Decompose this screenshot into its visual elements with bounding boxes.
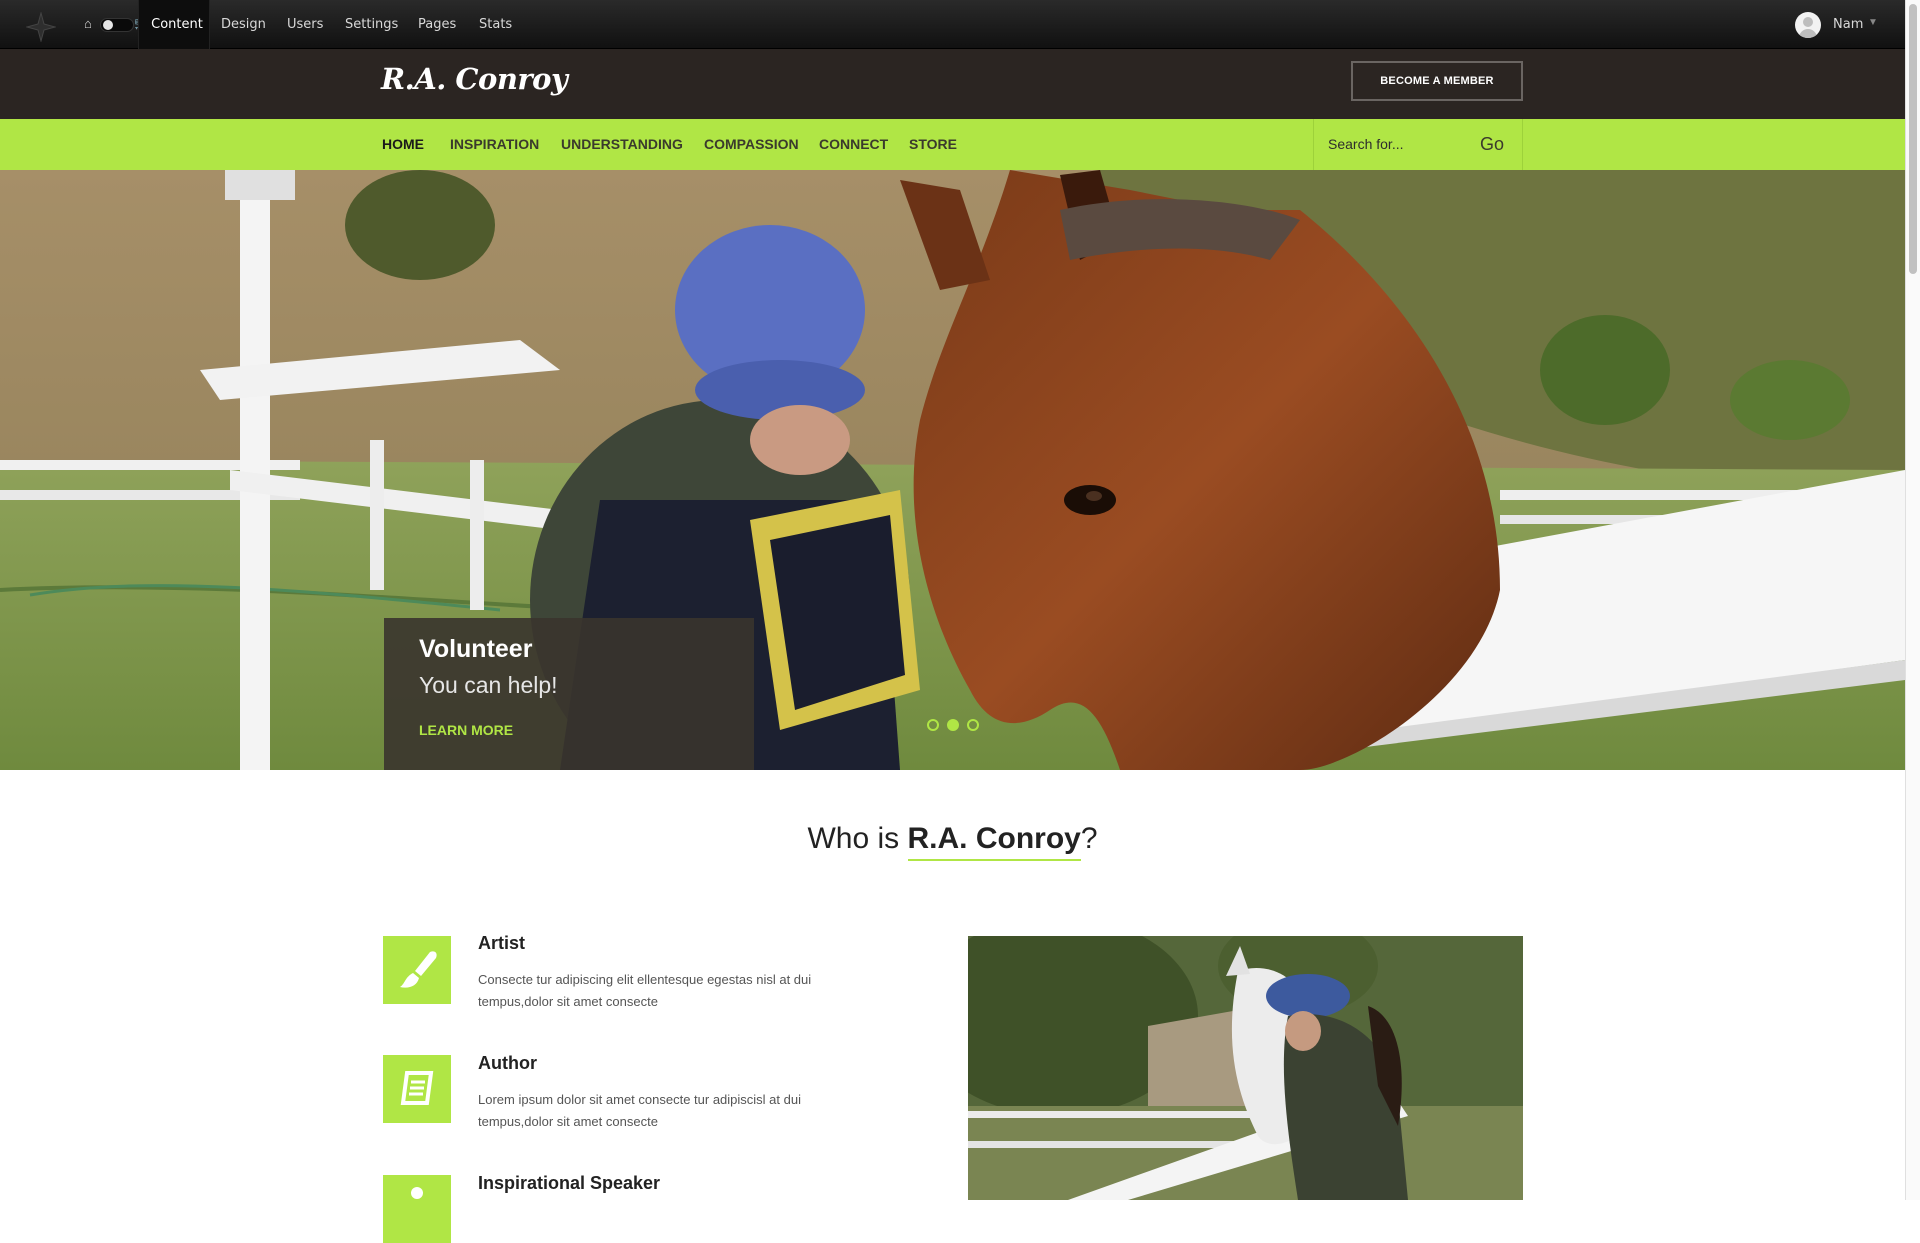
nav-item-connect[interactable]: CONNECT xyxy=(819,119,888,170)
site-title[interactable]: R.A. Conroy xyxy=(381,62,568,96)
chevron-down-icon[interactable]: ▼ xyxy=(1868,17,1878,28)
cms-menu-users[interactable]: Users xyxy=(287,0,323,49)
cms-menu-settings[interactable]: Settings xyxy=(345,0,398,49)
feature-title-artist: Artist xyxy=(478,933,526,953)
cms-menu-content[interactable]: Content xyxy=(138,0,210,49)
speaker-icon xyxy=(383,1175,451,1243)
user-name[interactable]: Nam xyxy=(1833,17,1863,32)
slider-dot-2[interactable] xyxy=(947,719,959,731)
nav-item-inspiration[interactable]: INSPIRATION xyxy=(450,119,539,170)
cms-toolbar: ⌂ 🛒 Content Design Users Settings Pages … xyxy=(0,0,1905,49)
become-member-button[interactable]: BECOME A MEMBER xyxy=(1351,61,1523,101)
cms-menu-stats[interactable]: Stats xyxy=(479,0,512,49)
about-photo-image xyxy=(968,936,1523,1200)
avatar-body-shape xyxy=(1799,29,1817,38)
hero-photo xyxy=(0,170,1905,770)
cms-menu-design[interactable]: Design xyxy=(221,0,266,49)
feature-text-author: Lorem ipsum dolor sit amet consecte tur … xyxy=(478,1092,801,1129)
edit-mode-toggle[interactable] xyxy=(100,18,134,32)
book-icon xyxy=(383,1055,451,1123)
about-heading: Who is R.A. Conroy? xyxy=(0,822,1905,861)
nav-item-compassion[interactable]: COMPASSION xyxy=(704,119,799,170)
slide-title: Volunteer xyxy=(419,635,533,663)
nav-item-understanding[interactable]: UNDERSTANDING xyxy=(561,119,683,170)
hero-slider: Volunteer You can help! LEARN MORE xyxy=(0,170,1905,770)
about-heading-suffix: ? xyxy=(1080,822,1098,855)
learn-more-link[interactable]: LEARN MORE xyxy=(419,722,513,738)
nav-item-home[interactable]: HOME xyxy=(382,119,424,170)
search-input[interactable] xyxy=(1328,133,1468,155)
search-go-button[interactable]: Go xyxy=(1480,119,1504,170)
slider-dot-3[interactable] xyxy=(967,719,979,731)
slide-subtitle: You can help! xyxy=(419,672,558,698)
cms-logo-icon[interactable] xyxy=(26,12,56,42)
about-photo xyxy=(968,936,1523,1200)
scrollbar-thumb[interactable] xyxy=(1909,4,1917,274)
site-header: R.A. Conroy BECOME A MEMBER xyxy=(0,49,1905,119)
feature-title-speaker: Inspirational Speaker xyxy=(478,1173,661,1193)
cms-menu-pages[interactable]: Pages xyxy=(418,0,456,49)
home-icon[interactable]: ⌂ xyxy=(84,16,92,31)
about-heading-name: R.A. Conroy xyxy=(907,822,1081,861)
search-box: Go xyxy=(1313,119,1523,170)
slide-caption: Volunteer You can help! LEARN MORE xyxy=(384,618,754,770)
avatar-head-shape xyxy=(1803,17,1813,27)
paintbrush-icon xyxy=(383,936,451,1004)
slider-dot-1[interactable] xyxy=(927,719,939,731)
about-heading-prefix: Who is xyxy=(807,822,908,855)
vertical-scrollbar[interactable] xyxy=(1905,0,1920,1200)
main-navigation: HOME INSPIRATION UNDERSTANDING COMPASSIO… xyxy=(0,119,1905,170)
feature-text-artist: Consecte tur adipiscing elit ellentesque… xyxy=(478,972,812,1009)
feature-title-author: Author xyxy=(478,1053,537,1073)
toggle-knob xyxy=(103,20,113,30)
user-avatar[interactable] xyxy=(1795,12,1821,38)
nav-item-store[interactable]: STORE xyxy=(909,119,957,170)
